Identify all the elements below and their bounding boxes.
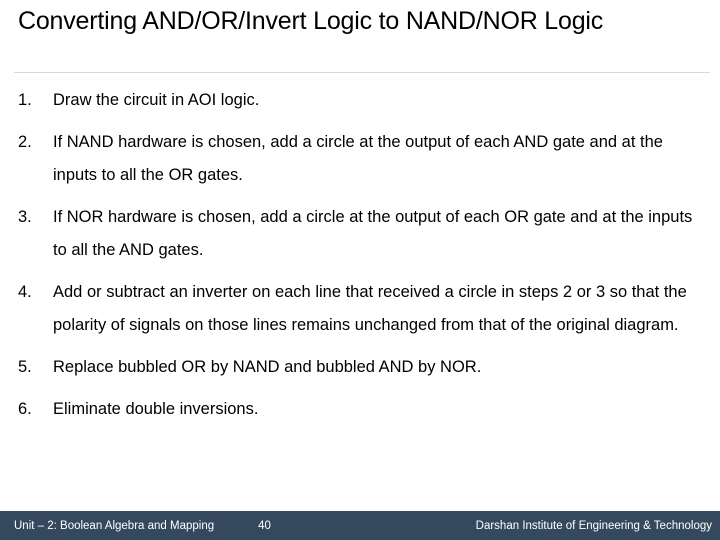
footer-institute-name: Darshan Institute of Engineering & Techn… — [475, 519, 712, 532]
list-item-marker: 4. — [18, 283, 32, 301]
list-item: 1. Draw the circuit in AOI logic. — [18, 84, 702, 117]
list-item-marker: 2. — [18, 133, 32, 151]
title-divider — [14, 72, 710, 73]
list-item-marker: 6. — [18, 400, 32, 418]
list-item-text: Eliminate double inversions. — [53, 400, 259, 418]
list-item-marker: 3. — [18, 208, 32, 226]
page-title: Converting AND/OR/Invert Logic to NAND/N… — [18, 7, 604, 35]
slide-title-block: Converting AND/OR/Invert Logic to NAND/N… — [18, 6, 702, 36]
list-item: 3. If NOR hardware is chosen, add a circ… — [18, 201, 702, 267]
list-item-text: If NOR hardware is chosen, add a circle … — [53, 208, 693, 259]
presentation-slide: Converting AND/OR/Invert Logic to NAND/N… — [0, 0, 720, 540]
list-item: 5. Replace bubbled OR by NAND and bubble… — [18, 351, 702, 384]
list-item: 2. If NAND hardware is chosen, add a cir… — [18, 126, 702, 192]
slide-footer-bar: Unit – 2: Boolean Algebra and Mapping 40… — [0, 511, 720, 540]
numbered-steps-list: 1. Draw the circuit in AOI logic. 2. If … — [18, 84, 702, 435]
list-item-marker: 5. — [18, 358, 32, 376]
list-item-text: Replace bubbled OR by NAND and bubbled A… — [53, 358, 482, 376]
list-item: 4. Add or subtract an inverter on each l… — [18, 276, 702, 342]
footer-unit-label: Unit – 2: Boolean Algebra and Mapping — [14, 519, 215, 532]
list-item-marker: 1. — [18, 91, 32, 109]
list-item-text: Draw the circuit in AOI logic. — [53, 91, 260, 109]
list-item-text: If NAND hardware is chosen, add a circle… — [53, 133, 663, 184]
list-item: 6. Eliminate double inversions. — [18, 393, 702, 426]
footer-page-number: 40 — [258, 519, 271, 532]
list-item-text: Add or subtract an inverter on each line… — [53, 283, 687, 334]
